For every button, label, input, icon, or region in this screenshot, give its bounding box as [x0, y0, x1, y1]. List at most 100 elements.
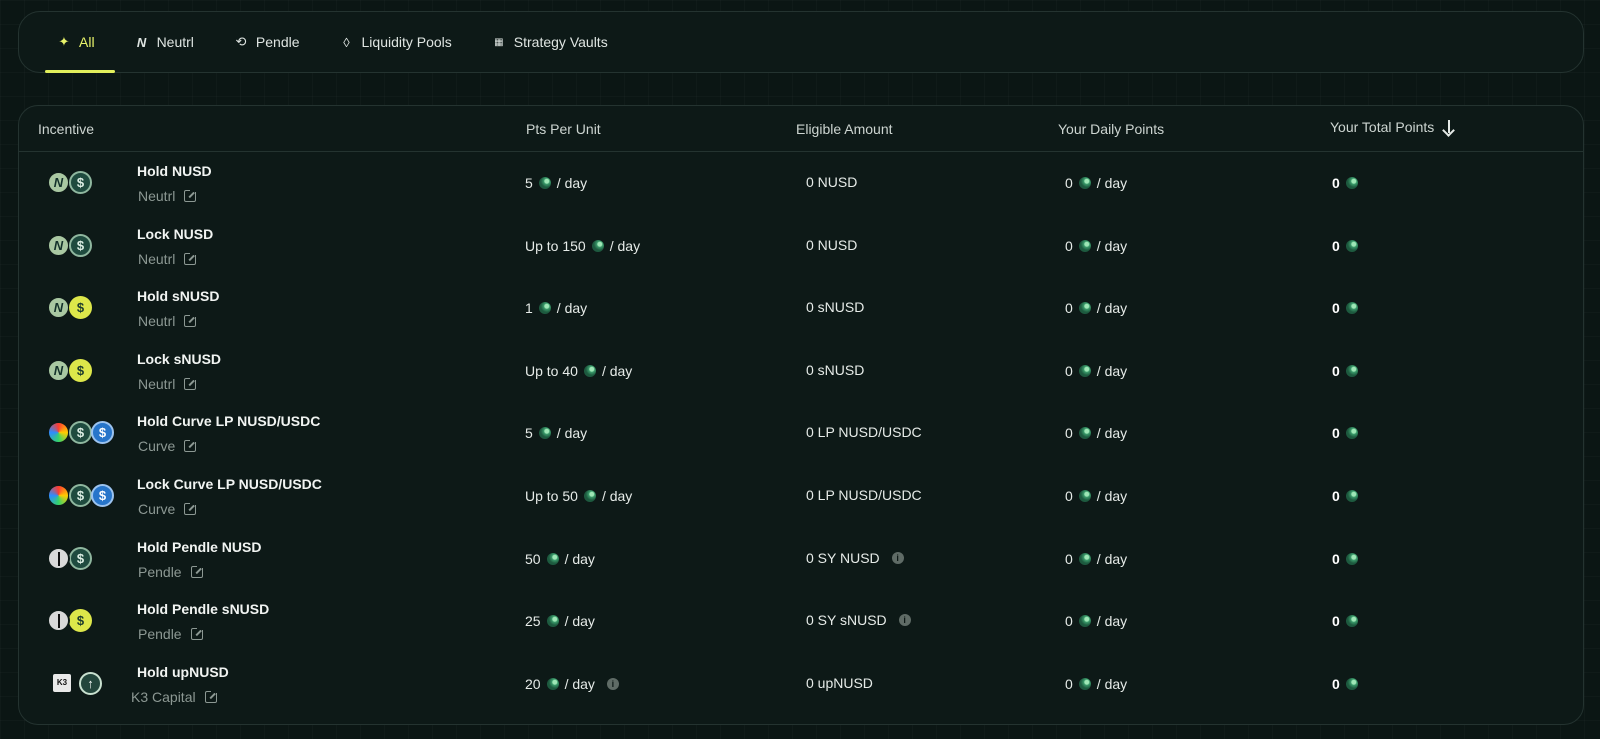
tab-all[interactable]: ✦ All	[37, 12, 115, 73]
eligible-value: 0 sNUSD	[806, 299, 865, 316]
incentive-source: K3 Capital	[131, 689, 217, 705]
points-icon	[583, 364, 596, 377]
pts-per-unit: 1 / day	[525, 300, 587, 316]
tab-label: Pendle	[255, 34, 300, 50]
incentive-name: Hold Curve LP NUSD/USDC	[137, 413, 321, 430]
incentive-name: Lock sNUSD	[137, 350, 222, 367]
pts-value: 5	[525, 425, 533, 442]
daily-points: 0 / day	[1065, 175, 1127, 191]
daily-value: 0	[1065, 487, 1073, 504]
points-icon	[1345, 239, 1358, 252]
external-link-icon[interactable]	[204, 690, 217, 703]
tab-liquidity-pools[interactable]: ◊ Liquidity Pools	[320, 12, 472, 72]
points-icon	[1078, 552, 1091, 565]
incentive-name: Hold sNUSD	[137, 288, 220, 305]
points-icon	[1078, 302, 1091, 315]
total-points: 0	[1332, 300, 1358, 316]
external-link-icon[interactable]	[190, 565, 203, 578]
token-icons: $ $	[47, 421, 114, 445]
total-value: 0	[1332, 675, 1340, 692]
table-row[interactable]: $ Hold Pendle NUSD Pendle 50 / day 0 SY …	[19, 528, 1583, 591]
points-icon	[538, 302, 551, 315]
external-link-icon[interactable]	[184, 502, 197, 515]
pts-per-unit: Up to 50 / day	[525, 488, 632, 504]
token-icons: $ $	[47, 483, 114, 507]
external-link-icon[interactable]	[184, 252, 197, 265]
table-row[interactable]: $ Hold Pendle sNUSD Pendle 25 / day 0 SY…	[19, 590, 1583, 653]
table-row[interactable]: K3 ↑ Hold upNUSD K3 Capital 20 / day i 0 …	[19, 653, 1583, 716]
table-row[interactable]: N $ Lock NUSD Neutrl Up to 150 / day 0 NU…	[19, 215, 1583, 278]
total-points: 0	[1332, 488, 1358, 504]
per-day-label: / day	[556, 175, 588, 191]
info-icon[interactable]: i	[898, 614, 911, 627]
eligible-value: 0 NUSD	[806, 174, 858, 190]
incentive-name: Hold Pendle sNUSD	[137, 601, 270, 618]
external-link-icon[interactable]	[184, 190, 197, 202]
daily-points: 0 / day	[1065, 425, 1127, 441]
pendle-coin-icon	[47, 546, 70, 570]
vault-grid-icon: ▦	[494, 36, 504, 48]
per-day-label: / day	[564, 550, 595, 567]
pts-per-unit: 20 / day i	[525, 676, 619, 692]
incentive-source: Neutrl	[138, 251, 197, 267]
usdc-coin-icon: $	[91, 421, 114, 445]
points-icon	[538, 177, 551, 189]
info-icon[interactable]: i	[606, 677, 619, 690]
eligible-amount: 0 upNUSD	[806, 675, 873, 691]
eligible-value: 0 NUSD	[806, 236, 858, 253]
token-icons: $	[47, 546, 92, 570]
total-value: 0	[1332, 613, 1340, 630]
token-icons: N $	[47, 296, 92, 320]
pts-per-unit: 5 / day	[525, 175, 587, 191]
per-day-label: / day	[1096, 613, 1128, 630]
pts-value: 5	[525, 175, 533, 191]
external-link-icon[interactable]	[190, 628, 203, 641]
pendle-logo-icon: ⟲	[235, 34, 247, 49]
nusd-coin-icon: $	[69, 483, 92, 507]
points-icon	[1345, 302, 1358, 315]
incentive-source: Pendle	[138, 564, 203, 580]
info-icon[interactable]: i	[891, 551, 904, 564]
tab-neutrl[interactable]: N Neutrl	[115, 12, 214, 72]
droplet-icon: ◊	[343, 34, 350, 50]
pts-per-unit: Up to 150 / day	[525, 238, 640, 254]
header-total-points-sort[interactable]: Your Total Points	[1330, 119, 1456, 135]
eligible-amount: 0 LP NUSD/USDC	[806, 487, 922, 503]
tab-strategy-vaults[interactable]: ▦ Strategy Vaults	[472, 12, 628, 72]
points-icon	[538, 427, 551, 440]
daily-value: 0	[1065, 550, 1073, 567]
external-link-icon[interactable]	[184, 315, 197, 328]
external-link-icon[interactable]	[184, 377, 197, 390]
per-day-label: / day	[1096, 487, 1128, 504]
eligible-amount: 0 NUSD	[806, 174, 857, 190]
incentive-name: Hold Pendle NUSD	[137, 538, 262, 555]
per-day-label: / day	[1096, 175, 1128, 191]
daily-points: 0 / day	[1065, 488, 1127, 504]
points-icon	[1078, 239, 1091, 252]
points-icon	[1345, 677, 1358, 690]
usdc-coin-icon: $	[91, 483, 114, 507]
points-icon	[546, 677, 559, 690]
eligible-value: 0 LP NUSD/USDC	[806, 486, 922, 503]
table-row[interactable]: N $ Hold sNUSD Neutrl 1 / day 0 sNUSD 0 /…	[19, 277, 1583, 340]
per-day-label: / day	[556, 425, 588, 442]
external-link-icon[interactable]	[184, 440, 197, 453]
pts-per-unit: 25 / day	[525, 613, 595, 629]
token-icons: N $	[47, 358, 92, 382]
tab-label: Neutrl	[156, 34, 194, 50]
sparkle-icon: ✦	[58, 34, 70, 49]
table-row[interactable]: N $ Hold NUSD Neutrl 5 / day 0 NUSD 0 / d…	[19, 152, 1583, 215]
total-value: 0	[1332, 175, 1340, 191]
points-icon	[1078, 177, 1091, 189]
table-row[interactable]: $ $ Lock Curve LP NUSD/USDC Curve Up to 5…	[19, 465, 1583, 528]
header-incentive: Incentive	[38, 121, 95, 137]
total-value: 0	[1332, 487, 1340, 504]
table-row[interactable]: $ $ Hold Curve LP NUSD/USDC Curve 5 / day…	[19, 402, 1583, 465]
token-icons: $	[47, 609, 92, 633]
pts-value: Up to 50	[525, 487, 578, 504]
daily-points: 0 / day	[1065, 363, 1127, 379]
tab-pendle[interactable]: ⟲ Pendle	[214, 12, 320, 72]
table-row[interactable]: N $ Lock sNUSD Neutrl Up to 40 / day 0 sN…	[19, 340, 1583, 403]
daily-value: 0	[1065, 425, 1073, 442]
pts-value: 1	[525, 300, 533, 317]
